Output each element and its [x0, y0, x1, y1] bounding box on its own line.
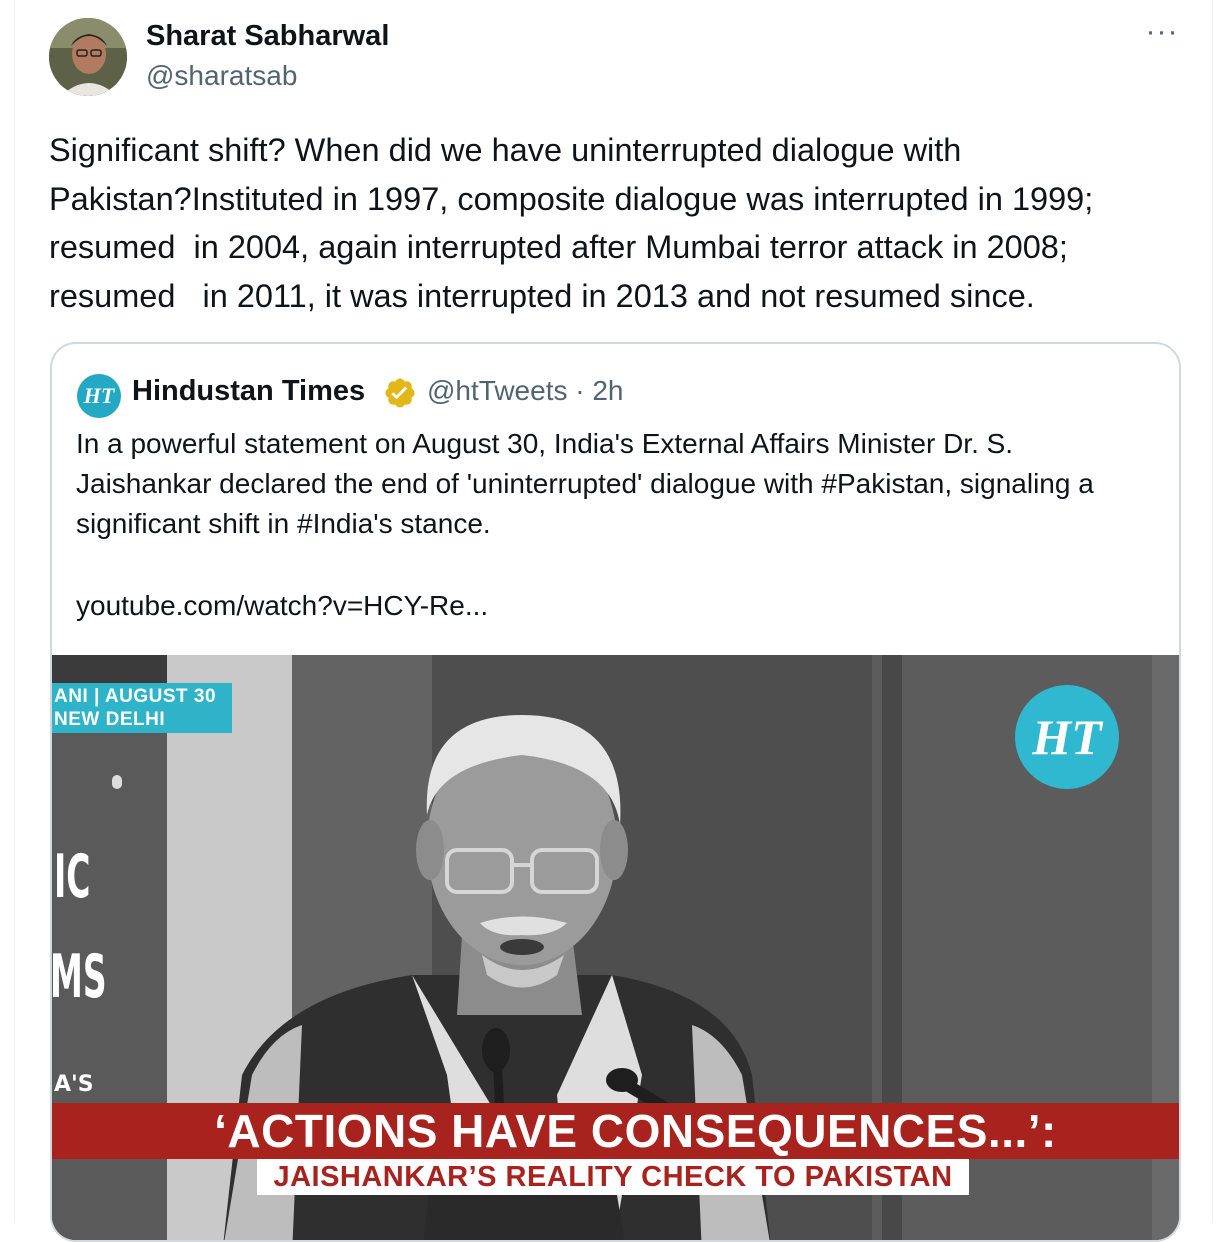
backdrop-letters-1: IC: [54, 842, 91, 912]
quoted-tweet[interactable]: HT Hindustan Times @htTweets · 2h In a p…: [50, 342, 1181, 1242]
ani-date-tag: ANI | AUGUST 30 NEW DELHI: [52, 683, 232, 733]
more-horizontal-icon: ···: [1145, 15, 1179, 48]
tweet-text: Significant shift? When did we have unin…: [49, 132, 1094, 314]
ht-watermark-logo: HT: [1015, 685, 1119, 789]
ani-tag-line1: ANI | AUGUST 30: [54, 686, 217, 707]
headline-banner: ‘ACTIONS HAVE CONSEQUENCES...’:: [52, 1103, 1179, 1159]
headline-sub-banner: JAISHANKAR’S REALITY CHECK TO PAKISTAN: [257, 1159, 969, 1195]
backdrop-letters-2: MS: [52, 942, 107, 1012]
author-name[interactable]: Sharat Sabharwal: [146, 20, 389, 53]
author-avatar[interactable]: [49, 18, 127, 96]
video-thumbnail[interactable]: ANI | AUGUST 30 NEW DELHI IC MS A'S HT ‘…: [52, 655, 1179, 1240]
quoted-author-name[interactable]: Hindustan Times: [132, 375, 365, 408]
ani-tag-line2: NEW DELHI: [54, 709, 166, 730]
quoted-handle-time[interactable]: @htTweets · 2h: [427, 375, 624, 407]
youtube-link[interactable]: youtube.com/watch?v=HCY-Re...: [76, 586, 488, 626]
ht-logo-avatar[interactable]: HT: [77, 374, 121, 418]
backdrop-letters-3: A'S: [54, 1072, 94, 1097]
gold-verified-badge-icon: [385, 378, 415, 408]
quoted-tweet-text: In a powerful statement on August 30, In…: [76, 428, 1094, 539]
more-options-button[interactable]: ···: [1140, 15, 1184, 58]
author-handle[interactable]: @sharatsab: [146, 60, 297, 92]
